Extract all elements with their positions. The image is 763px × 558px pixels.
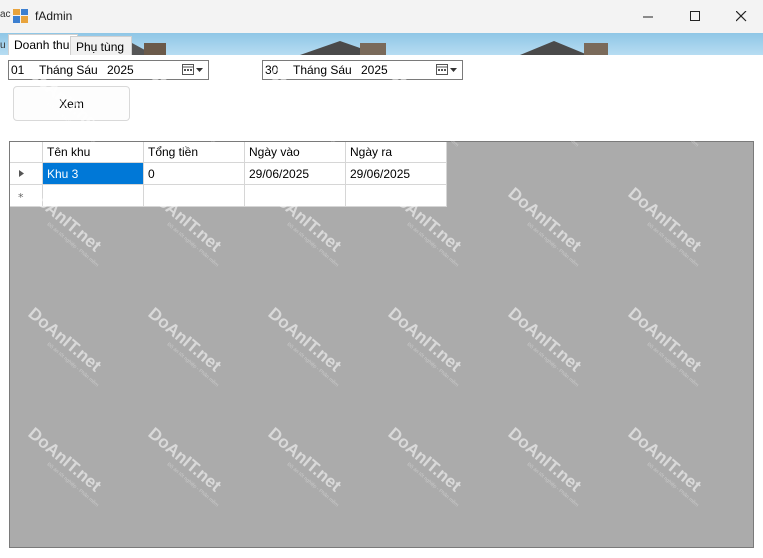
maximize-icon [689, 11, 700, 21]
column-header-tong-tien[interactable]: Tổng tiền [143, 142, 245, 163]
row-header[interactable]: * [10, 184, 43, 207]
cell-ngay-ra[interactable]: 29/06/2025 [345, 162, 447, 185]
grid-table: Tên khu Tổng tiền Ngày vào Ngày ra Khu 3… [10, 142, 447, 207]
close-icon [735, 11, 746, 22]
grid-header-row: Tên khu Tổng tiền Ngày vào Ngày ra [10, 142, 447, 163]
title-bar: ac fAdmin [0, 0, 763, 33]
calendar-dropdown-icon[interactable] [182, 63, 204, 76]
current-row-arrow-icon [19, 170, 24, 177]
minimize-button[interactable] [625, 0, 671, 33]
tab-doanh-thu[interactable]: Doanh thu [8, 34, 78, 57]
app-icon [13, 9, 28, 23]
new-row-asterisk-icon: * [18, 191, 24, 204]
background-window-text: u [0, 40, 6, 51]
tab-phu-tung[interactable]: Phụ tùng [70, 36, 132, 57]
cell-ngay-vao[interactable]: 29/06/2025 [244, 162, 346, 185]
column-header-ngay-vao[interactable]: Ngày vào [244, 142, 346, 163]
from-date-month: Tháng Sáu [39, 63, 98, 77]
svg-text:*: * [18, 191, 24, 204]
house-illustration [520, 41, 608, 55]
row-header[interactable] [10, 162, 43, 185]
calendar-dropdown-icon[interactable] [436, 63, 458, 76]
close-button[interactable] [718, 0, 763, 33]
cell-tong-tien[interactable] [143, 184, 245, 207]
to-date-day: 30 [265, 63, 279, 77]
cell-ngay-ra[interactable] [345, 184, 447, 207]
data-grid[interactable]: Tên khu Tổng tiền Ngày vào Ngày ra Khu 3… [9, 141, 754, 548]
from-date-picker[interactable]: 01 Tháng Sáu 2025 [8, 60, 209, 80]
view-button[interactable]: Xem [13, 86, 130, 121]
cell-tong-tien[interactable]: 0 [143, 162, 245, 185]
background-window-text: ac [0, 9, 11, 20]
table-row[interactable]: Khu 3 0 29/06/2025 29/06/2025 [10, 162, 447, 185]
window-title: fAdmin [35, 9, 73, 23]
column-header-ngay-ra[interactable]: Ngày ra [345, 142, 447, 163]
house-illustration [300, 41, 386, 55]
maximize-button[interactable] [672, 0, 718, 33]
minimize-icon [642, 16, 653, 18]
cell-ten-khu[interactable]: Khu 3 [42, 162, 144, 185]
to-date-year: 2025 [361, 63, 388, 77]
row-header-corner [10, 142, 43, 163]
cell-ten-khu[interactable] [42, 184, 144, 207]
to-date-month: Tháng Sáu [293, 63, 352, 77]
column-header-ten-khu[interactable]: Tên khu [42, 142, 144, 163]
from-date-year: 2025 [107, 63, 134, 77]
new-row[interactable]: * [10, 184, 447, 207]
to-date-picker[interactable]: 30 Tháng Sáu 2025 [262, 60, 463, 80]
from-date-day: 01 [11, 63, 25, 77]
cell-ngay-vao[interactable] [244, 184, 346, 207]
